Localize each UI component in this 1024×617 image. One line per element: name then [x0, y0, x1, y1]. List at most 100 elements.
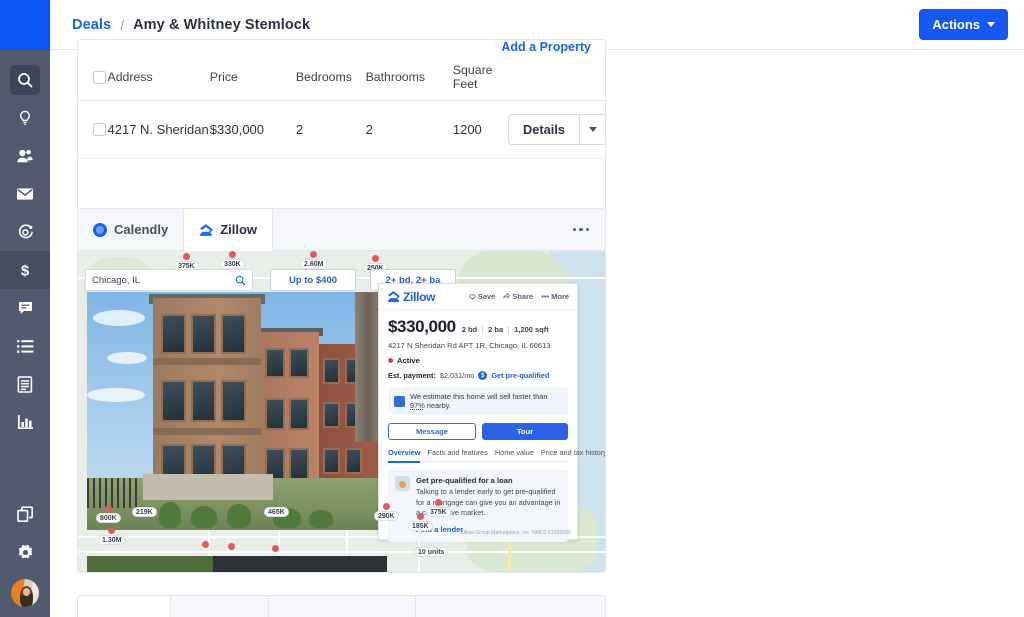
column-header-square-feet: Square Feet — [452, 54, 509, 101]
more-action[interactable]: ••• More — [541, 292, 569, 301]
photo-foundation — [143, 474, 273, 500]
pin-dot-icon — [228, 251, 236, 258]
column-header-price: Price — [209, 54, 296, 101]
actions-button[interactable]: Actions — [919, 9, 1008, 40]
map-price-pin[interactable]: 1.30M — [98, 527, 126, 545]
pin-dot-icon — [272, 545, 279, 552]
pin-label: 219K — [132, 507, 157, 517]
map-pin[interactable] — [228, 543, 235, 550]
app-logo[interactable] — [0, 0, 50, 50]
user-avatar[interactable] — [11, 579, 39, 607]
photo-shrub — [227, 504, 251, 528]
map-filter-price[interactable]: Up to $400 — [270, 269, 356, 291]
sidebar-item-tasks[interactable] — [0, 327, 50, 365]
listing-photo[interactable] — [87, 292, 387, 530]
zillow-panel-header: Zillow Save Share ••• More — [379, 284, 577, 310]
table-row[interactable]: 4217 N. Sheridan $330,000 2 2 1200 Detai… — [78, 100, 605, 159]
map-search-input[interactable]: Chicago, IL — [85, 269, 253, 291]
column-header-address: Address — [107, 54, 210, 101]
map-pin[interactable] — [272, 545, 279, 552]
tour-button[interactable]: Tour — [482, 423, 568, 440]
sidebar-item-search[interactable] — [0, 61, 50, 99]
zillow-price-row: $330,000 2 bd 2 ba 1,200 sqft — [388, 317, 568, 337]
details-button[interactable]: Details — [509, 115, 579, 144]
zillow-panel-body: $330,000 2 bd 2 ba 1,200 sqft 4217 N She… — [379, 310, 605, 542]
map-price-pin[interactable]: 219K — [132, 499, 157, 517]
tab-calendly-label: Calendly — [114, 222, 169, 237]
dot-icon — [572, 227, 576, 232]
pin-dot-icon — [104, 505, 112, 512]
row-checkbox[interactable] — [93, 123, 106, 136]
photo-window — [265, 398, 285, 430]
add-property-link[interactable]: Add a Property — [501, 40, 591, 54]
info-badge-icon: $ — [478, 371, 488, 380]
copy-icon — [16, 505, 33, 522]
tab-zillow[interactable]: Zillow — [184, 209, 274, 251]
breadcrumb-parent-link[interactable]: Deals — [72, 17, 111, 33]
share-action[interactable]: Share — [503, 292, 533, 301]
listing-cta-row: Message Tour — [388, 423, 568, 440]
photo-window — [323, 358, 340, 384]
listing-tab-home-value[interactable]: Home value — [495, 448, 534, 457]
photo-window — [265, 348, 285, 378]
listing-tab-price-history[interactable]: Price and tax history — [541, 448, 605, 457]
tab-zillow-label: Zillow — [220, 222, 258, 237]
message-button[interactable]: Message — [388, 423, 476, 440]
breadcrumb-current: Amy & Whitney Stemlock — [133, 16, 311, 33]
tab-conversations[interactable]: Conversations (0) — [269, 596, 416, 617]
map-price-pin[interactable]: 800K — [96, 505, 121, 523]
listing-tab-overview[interactable]: Overview — [388, 448, 421, 463]
save-action[interactable]: Save — [469, 292, 495, 301]
tab-emails[interactable]: Emails (1) — [171, 596, 270, 617]
properties-table-head: Address Price Bedrooms Bathrooms Square … — [78, 54, 605, 101]
map-units-pin[interactable]: 10 units — [414, 539, 449, 557]
pin-dot-icon — [228, 543, 235, 550]
map-price-pin[interactable]: 2.60M — [300, 251, 328, 269]
zillow-panel-actions: Save Share ••• More — [469, 292, 569, 301]
map-pin[interactable] — [202, 541, 209, 548]
integration-overflow-menu[interactable] — [572, 209, 606, 250]
sidebar-item-reports[interactable] — [0, 403, 50, 441]
sidebar-item-contacts[interactable] — [0, 137, 50, 175]
photo-window — [221, 380, 246, 422]
sidebar-item-deals[interactable]: $ — [0, 251, 50, 289]
sidebar: $ — [0, 0, 50, 617]
list-icon — [16, 339, 33, 353]
sidebar-item-messages[interactable] — [0, 289, 50, 327]
pin-dot-icon — [371, 255, 379, 262]
actions-button-label: Actions — [932, 17, 980, 32]
sidebar-item-insights[interactable] — [0, 99, 50, 137]
sidebar-item-email[interactable] — [0, 175, 50, 213]
status-dot-icon — [388, 358, 393, 363]
estimate-suffix: nearby. — [424, 401, 451, 410]
listing-status: Active — [388, 356, 568, 365]
map-price-pin[interactable]: 465K — [264, 499, 289, 517]
zillow-logo: Zillow — [387, 290, 436, 304]
lightbulb-icon — [20, 110, 30, 125]
search-icon — [18, 73, 33, 88]
pin-dot-icon — [182, 253, 190, 260]
select-all-header — [78, 54, 108, 101]
listing-estimate-banner: We estimate this home will sell faster t… — [388, 387, 568, 415]
get-prequalified-link[interactable]: Get pre-qualified — [491, 371, 549, 380]
listing-beds: 2 bd — [461, 325, 478, 334]
more-label: More — [551, 292, 569, 301]
sidebar-item-targets[interactable] — [0, 213, 50, 251]
tab-notes[interactable]: Notes (0) — [78, 596, 171, 617]
map-price-pin[interactable]: 290K — [374, 503, 399, 521]
map-price-pin[interactable]: 185K — [408, 513, 433, 531]
estimate-percent: 97% — [410, 401, 425, 410]
properties-table-body: 4217 N. Sheridan $330,000 2 2 1200 Detai… — [78, 100, 605, 159]
payment-label: Est. payment: — [388, 371, 436, 380]
tab-calendly[interactable]: Calendly — [78, 209, 185, 250]
details-dropdown-button[interactable] — [579, 115, 605, 144]
sidebar-item-documents[interactable] — [0, 365, 50, 403]
listing-tab-facts[interactable]: Facts and features — [427, 448, 487, 457]
pin-label: 2.60M — [300, 259, 328, 269]
payment-value: $2,031/mo — [439, 371, 475, 380]
sidebar-item-settings[interactable] — [0, 533, 50, 571]
sidebar-item-duplicate[interactable] — [0, 495, 50, 533]
column-header-actions — [508, 54, 605, 101]
select-all-checkbox[interactable] — [93, 70, 106, 84]
listing-tabs: Overview Facts and features Home value P… — [388, 448, 605, 463]
